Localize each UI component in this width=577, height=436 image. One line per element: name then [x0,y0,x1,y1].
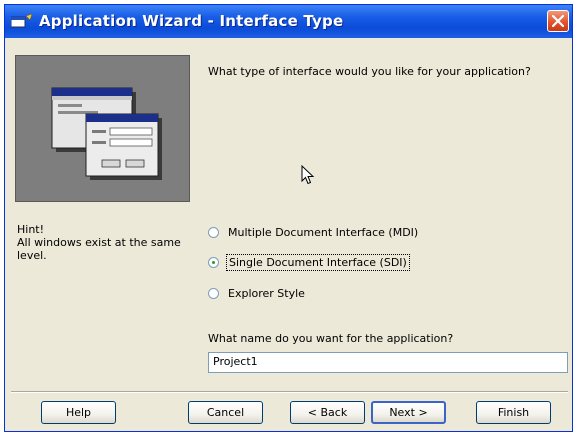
wizard-app-icon [11,14,33,28]
title-bar[interactable]: Application Wizard - Interface Type [5,5,572,38]
mouse-pointer-icon [301,165,315,185]
finish-button[interactable]: Finish [476,401,551,424]
hint-line-1: All windows exist at the same [17,236,181,249]
cancel-button[interactable]: Cancel [188,401,263,424]
help-button[interactable]: Help [41,401,116,424]
close-button[interactable] [547,10,569,32]
radio-label-sdi: Single Document Interface (SDI) [226,254,410,271]
radio-button[interactable] [208,257,219,268]
interface-type-question: What type of interface would you like fo… [208,65,531,78]
app-name-input[interactable]: Project1 [208,352,568,373]
radio-label-mdi: Multiple Document Interface (MDI) [228,226,419,239]
hint-text: Hint! All windows exist at the same leve… [17,223,197,262]
radio-button[interactable] [208,288,219,299]
radio-label-explorer: Explorer Style [228,287,305,300]
window-title: Application Wizard - Interface Type [39,12,344,30]
application-wizard-window: Application Wizard - Interface Type What… [4,4,573,432]
radio-button[interactable] [208,227,219,238]
hint-line-2: level. [17,249,47,262]
app-name-label: What name do you want for the applicatio… [208,332,454,345]
back-button[interactable]: < Back [290,401,365,424]
hint-title: Hint! [17,223,45,236]
interface-preview-image [15,55,190,202]
next-button[interactable]: Next > [371,401,446,424]
button-separator [11,391,568,393]
radio-selected-dot [212,261,215,264]
close-icon [552,15,564,27]
sdi-windows-illustration [51,87,162,180]
